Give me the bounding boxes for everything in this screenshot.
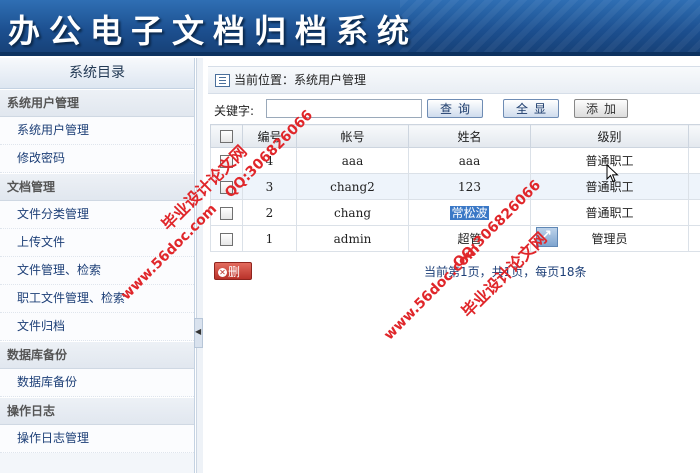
delete-icon: ✕: [218, 268, 227, 277]
keyword-input[interactable]: [266, 99, 422, 118]
breadcrumb-text: 当前位置：系统用户管理: [234, 73, 367, 87]
show-all-button[interactable]: 全显: [503, 99, 559, 118]
table-row[interactable]: 1 admin 超管 管理员: [210, 225, 700, 252]
cell-extra: [688, 173, 700, 200]
sidebar-group-document-management[interactable]: 文档管理: [0, 173, 194, 201]
column-header-extra: [688, 124, 700, 148]
cell-level: 普通职工: [530, 199, 689, 226]
table-row[interactable]: 4 aaa aaa 普通职工: [210, 147, 700, 174]
column-header-name: 姓名: [408, 124, 531, 148]
table-row[interactable]: 2 chang 常松波 普通职工: [210, 199, 700, 226]
cell-id: 1: [242, 225, 297, 252]
list-icon: [215, 74, 230, 87]
sidebar-splitter[interactable]: [196, 58, 203, 473]
row-checkbox[interactable]: [220, 232, 233, 246]
search-bar: 关键字: 查询 全显 添加: [214, 98, 694, 122]
sidebar-item-operation-log[interactable]: 操作日志管理: [0, 425, 194, 453]
column-header-level: 级别: [530, 124, 689, 148]
cell-account: chang2: [296, 173, 409, 200]
cell-account: chang: [296, 199, 409, 226]
banner-decoration: [400, 0, 700, 56]
cell-extra: [688, 225, 700, 252]
delete-button[interactable]: ✕ 删除: [214, 262, 252, 297]
sidebar-title: 系统目录: [0, 58, 194, 89]
app-banner: 办公电子文档归档系统: [0, 0, 700, 56]
sidebar-collapse-toggle[interactable]: ◀: [194, 318, 203, 348]
column-header-account: 帐号: [296, 124, 409, 148]
chevron-left-icon: ◀: [195, 327, 202, 336]
selected-text: 常松波: [450, 206, 489, 220]
app-title: 办公电子文档归档系统: [8, 12, 419, 50]
sidebar-item-change-password[interactable]: 修改密码: [0, 145, 194, 173]
add-button[interactable]: 添加: [574, 99, 628, 118]
query-button[interactable]: 查询: [427, 99, 483, 118]
banner-divider: [0, 52, 700, 56]
cell-extra: [688, 147, 700, 174]
row-select-cell[interactable]: [210, 225, 243, 252]
keyword-label: 关键字:: [214, 104, 255, 118]
cell-account: admin: [296, 225, 409, 252]
cell-name: aaa: [408, 147, 531, 174]
sidebar-group-user-management[interactable]: 系统用户管理: [0, 89, 194, 117]
cell-id: 2: [242, 199, 297, 226]
cell-account: aaa: [296, 147, 409, 174]
sidebar-group-operation-log[interactable]: 操作日志: [0, 397, 194, 425]
sidebar-group-database-backup[interactable]: 数据库备份: [0, 341, 194, 369]
table-row[interactable]: 3 chang2 123 普通职工: [210, 173, 700, 200]
cell-name: 123: [408, 173, 531, 200]
breadcrumb: 当前位置：系统用户管理: [208, 66, 700, 94]
sidebar-item-file-archive[interactable]: 文件归档: [0, 313, 194, 341]
sidebar-item-user-management[interactable]: 系统用户管理: [0, 117, 194, 145]
mouse-cursor-icon: [606, 163, 619, 183]
sidebar-item-staff-file-search[interactable]: 职工文件管理、检索: [0, 285, 194, 313]
sidebar-item-database-backup[interactable]: 数据库备份: [0, 369, 194, 397]
cell-extra: [688, 199, 700, 226]
row-checkbox[interactable]: [220, 206, 233, 220]
